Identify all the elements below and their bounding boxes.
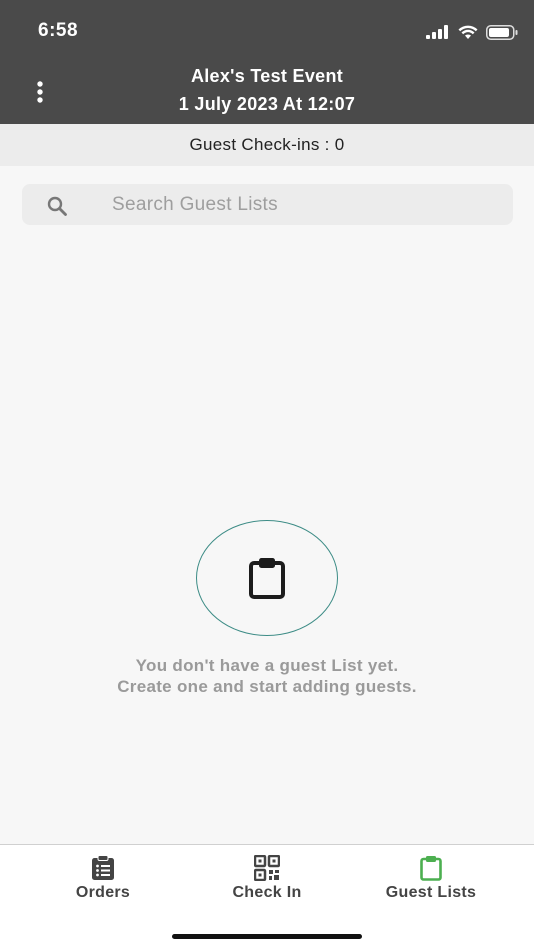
guest-checkins-bar: Guest Check-ins : 0: [0, 124, 534, 166]
clipboard-icon: [420, 856, 442, 881]
guest-checkins-label: Guest Check-ins : 0: [189, 135, 345, 154]
home-indicator: [172, 934, 362, 939]
status-time: 6:58: [38, 20, 79, 41]
empty-state-line-1: You don't have a guest List yet.: [135, 656, 399, 675]
status-icons: [426, 22, 518, 42]
clipboard-icon: [249, 558, 285, 599]
tab-check-in-label: Check In: [232, 884, 302, 901]
tab-orders[interactable]: Orders: [28, 855, 178, 907]
battery-icon: [486, 24, 518, 40]
tab-orders-label: Orders: [75, 884, 131, 901]
empty-state-message: You don't have a guest List yet. Create …: [0, 655, 534, 697]
app-header: 6:58 Alex's Test Event 1 July 2023 At 12…: [0, 0, 534, 124]
search-icon: [47, 196, 67, 216]
qr-code-icon: [254, 855, 280, 881]
event-title: Alex's Test Event: [190, 66, 344, 86]
empty-state-line-2: Create one and start adding guests.: [117, 677, 417, 696]
search-bar[interactable]: [22, 184, 513, 225]
tab-guest-lists[interactable]: Guest Lists: [356, 855, 506, 907]
signal-icon: [426, 25, 448, 39]
wifi-icon: [458, 25, 478, 39]
tab-check-in[interactable]: Check In: [192, 855, 342, 907]
clipboard-list-icon: [92, 855, 114, 880]
search-input[interactable]: [112, 184, 502, 225]
tab-guest-lists-label: Guest Lists: [385, 884, 477, 901]
empty-state-circle: [196, 520, 338, 636]
event-date: 1 July 2023 At 12:07: [178, 94, 356, 114]
